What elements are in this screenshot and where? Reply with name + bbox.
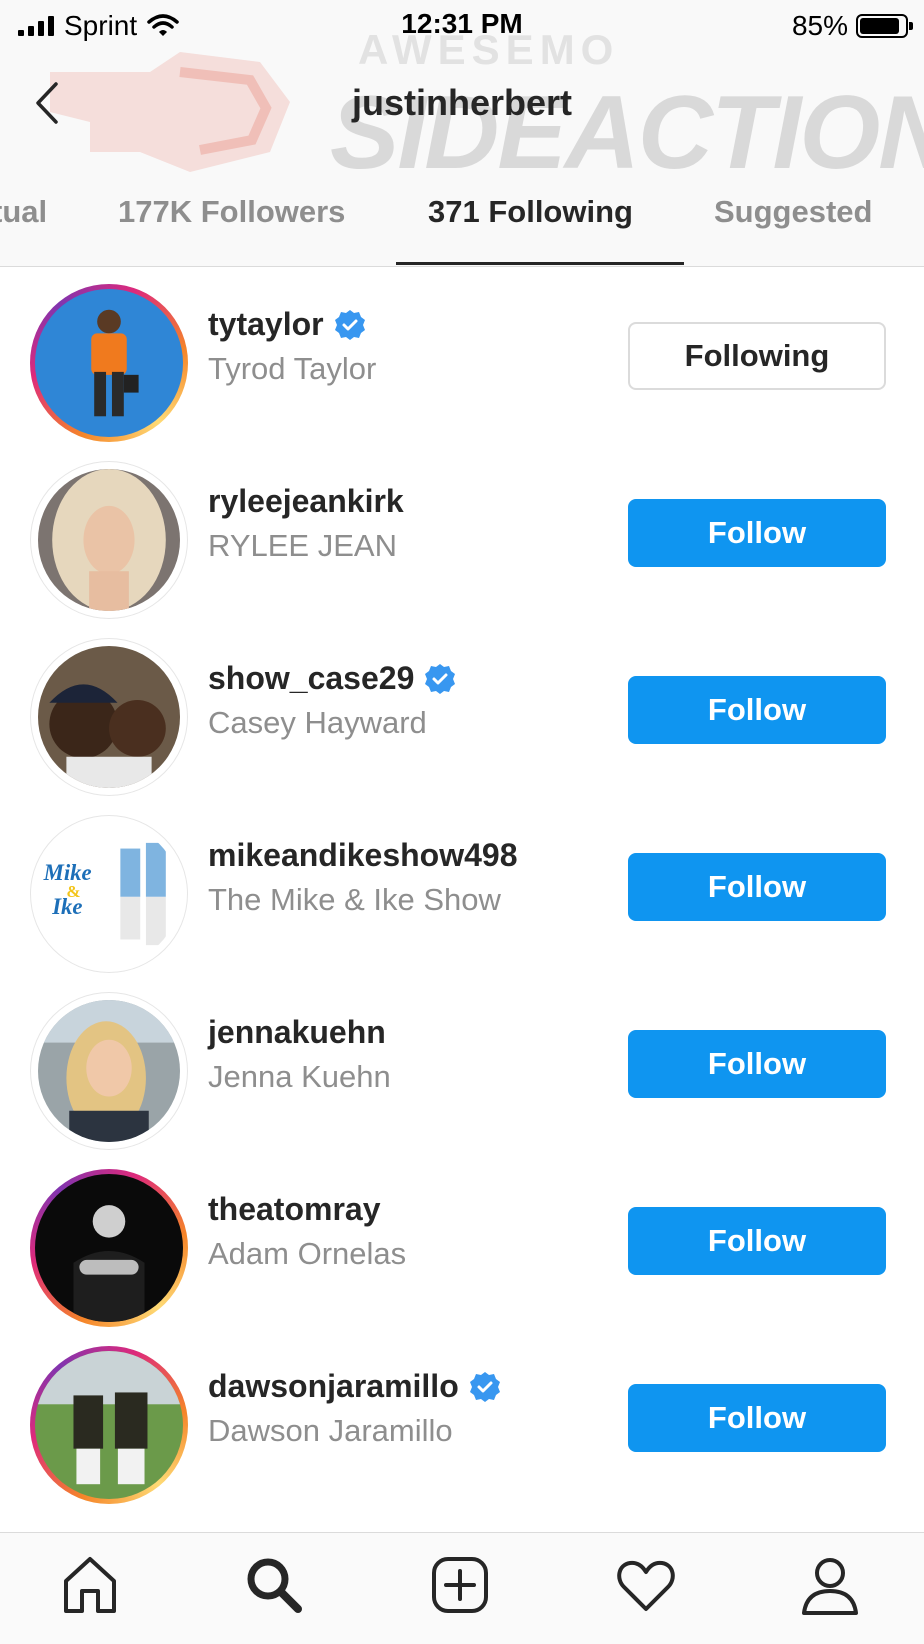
list-item[interactable]: Mike & Ike mikeandikeshow498 The Mike & … [0, 797, 924, 974]
following-button[interactable]: Following [628, 322, 886, 390]
list-item[interactable]: ryleejeankirk RYLEE JEAN Follow [0, 443, 924, 620]
username[interactable]: jennakuehn [208, 1014, 386, 1051]
avatar-photo [38, 1000, 180, 1142]
list-item[interactable]: jennakuehn Jenna Kuehn Follow [0, 974, 924, 1151]
username[interactable]: theatomray [208, 1191, 381, 1228]
follow-button[interactable]: Follow [628, 1384, 886, 1452]
list-item[interactable]: show_case29 Casey Hayward Follow [0, 620, 924, 797]
verified-badge-icon [334, 309, 365, 340]
avatar-photo [38, 646, 180, 788]
follow-button[interactable]: Follow [628, 676, 886, 744]
follow-button[interactable]: Follow [628, 1207, 886, 1275]
avatar[interactable] [30, 1169, 188, 1327]
active-tab-indicator [396, 262, 684, 265]
username[interactable]: tytaylor [208, 306, 324, 343]
username[interactable]: ryleejeankirk [208, 483, 404, 520]
username[interactable]: dawsonjaramillo [208, 1368, 459, 1405]
activity-heart-icon[interactable] [614, 1553, 678, 1617]
full-name: The Mike & Ike Show [208, 882, 501, 917]
avatar[interactable]: Mike & Ike [30, 815, 188, 973]
avatar-photo [35, 1351, 183, 1499]
tab-suggested[interactable]: Suggested [714, 194, 872, 230]
tab-followers[interactable]: 177K Followers [118, 194, 345, 230]
avatar[interactable] [30, 1346, 188, 1504]
tab-following[interactable]: 371 Following [428, 194, 633, 230]
battery-icon [856, 14, 913, 38]
avatar-photo: Mike & Ike [38, 823, 180, 965]
avatar-photo [35, 289, 183, 437]
full-name: Adam Ornelas [208, 1236, 407, 1271]
full-name: Dawson Jaramillo [208, 1413, 453, 1448]
avatar-photo [38, 469, 180, 611]
bottom-nav-bar [0, 1532, 924, 1644]
verified-badge-icon [469, 1371, 500, 1402]
status-bar: Sprint 12:31 PM 85% [0, 0, 924, 54]
username[interactable]: mikeandikeshow498 [208, 837, 517, 874]
avatar-text-ike: Ike [51, 894, 82, 919]
new-post-icon[interactable] [428, 1553, 492, 1617]
follow-button[interactable]: Follow [628, 853, 886, 921]
tab-mutual[interactable]: tual [0, 194, 47, 230]
avatar-photo [35, 1174, 183, 1322]
verified-badge-icon [425, 663, 456, 694]
avatar[interactable] [30, 638, 188, 796]
list-item[interactable]: dawsonjaramillo Dawson Jaramillo Follow [0, 1328, 924, 1505]
battery-status: 85% [791, 10, 913, 42]
full-name: Jenna Kuehn [208, 1059, 391, 1094]
follow-button[interactable]: Follow [628, 1030, 886, 1098]
full-name: RYLEE JEAN [208, 528, 397, 563]
full-name: Tyrod Taylor [208, 351, 377, 386]
nav-bar: justinherbert [0, 60, 924, 150]
full-name: Casey Hayward [208, 705, 427, 740]
avatar[interactable] [30, 992, 188, 1150]
list-item[interactable]: tytaylor Tyrod Taylor Following [0, 266, 924, 443]
username[interactable]: show_case29 [208, 660, 414, 697]
profile-icon[interactable] [798, 1553, 862, 1617]
search-icon[interactable] [242, 1553, 306, 1617]
follow-button[interactable]: Follow [628, 499, 886, 567]
battery-percent: 85% [791, 10, 848, 41]
avatar[interactable] [30, 461, 188, 619]
status-time: 12:31 PM [401, 8, 523, 39]
tab-bar: tual 177K Followers 371 Following Sugges… [0, 180, 924, 267]
list-item[interactable]: theatomray Adam Ornelas Follow [0, 1151, 924, 1328]
avatar[interactable] [30, 284, 188, 442]
header-area: AWESEMO SIDEACTION Sprint 12:31 PM 85% j… [0, 0, 924, 267]
page-title: justinherbert [351, 82, 573, 123]
home-icon[interactable] [58, 1553, 122, 1617]
